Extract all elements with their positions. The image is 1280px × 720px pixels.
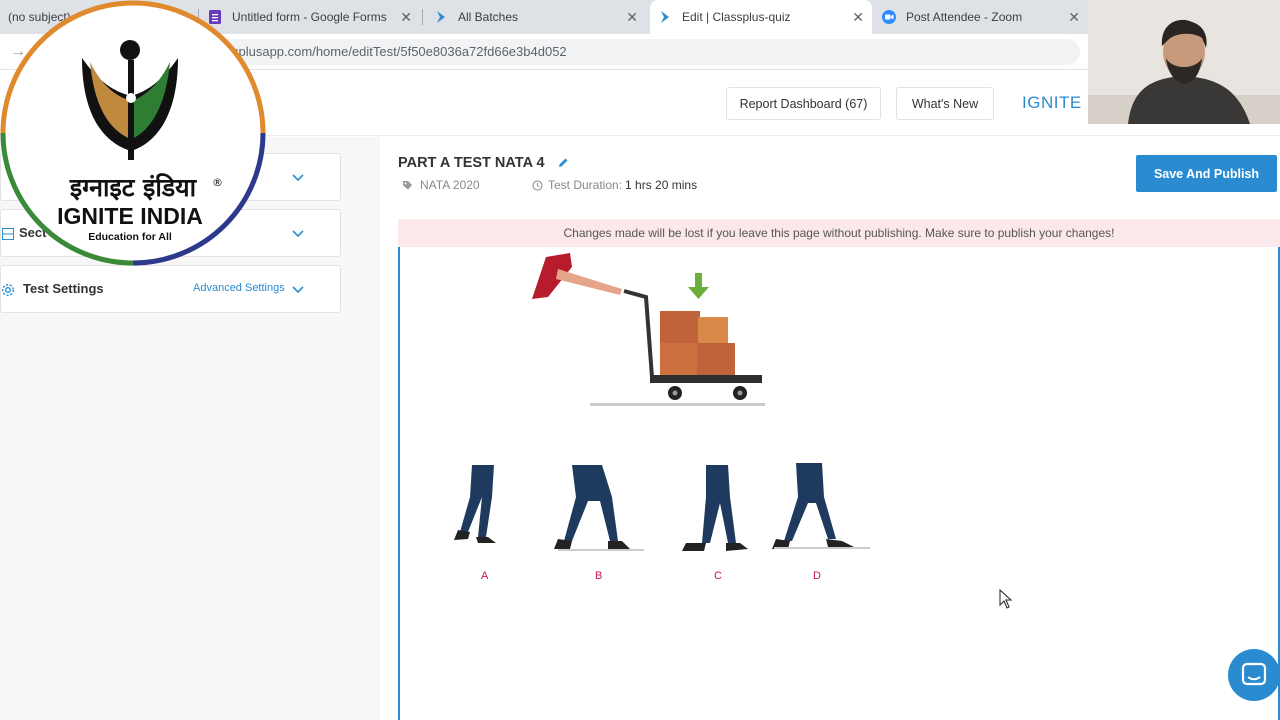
close-icon[interactable]: ✕ [626,9,638,26]
clock-icon [532,179,543,191]
advanced-settings-link[interactable]: Advanced Settings [193,282,285,294]
test-title: PART A TEST NATA 4 [398,155,545,171]
whats-new-button[interactable]: What's New [896,87,994,120]
chevron-down-icon[interactable] [292,286,304,294]
tab-title: Edit | Classplus-quiz [682,10,791,24]
chat-icon [1241,662,1267,686]
gear-icon [1,283,15,297]
chevron-down-icon[interactable] [292,174,304,182]
test-duration: Test Duration: 1 hrs 20 mins [532,178,697,192]
tab-title: All Batches [458,10,519,24]
question-area: A B C D [398,247,1280,720]
url-text[interactable]: splusapp.com/home/editTest/5f50e8036a72f… [232,44,567,59]
test-tag: NATA 2020 [402,178,480,192]
tab-separator [422,9,423,25]
mouse-cursor-icon [999,589,1013,609]
logo-tagline: Education for All [88,231,172,243]
test-tag-label: NATA 2020 [420,178,480,192]
close-icon[interactable]: ✕ [400,9,412,26]
tab-edit-classplus-quiz[interactable]: Edit | Classplus-quiz ✕ [650,0,872,34]
duration-label: Test Duration: [548,178,623,192]
option-label-a: A [481,570,489,582]
option-label-c: C [714,570,722,582]
option-label-d: D [813,570,821,582]
report-dashboard-button[interactable]: Report Dashboard (67) [726,87,881,120]
chevron-down-icon[interactable] [292,230,304,238]
zoom-icon [882,10,896,24]
leg-options-illustration [454,463,870,551]
classplus-icon [661,11,669,23]
tag-icon [403,180,412,189]
accordion-item-test-settings[interactable]: Test Settings Advanced Settings [0,265,341,313]
tab-title: Post Attendee - Zoom [906,10,1023,24]
main-content: PART A TEST NATA 4 NATA 2020 Test Durati… [380,137,1280,720]
option-label-b: B [595,570,603,582]
logo-english-text: IGNITE INDIA [57,203,203,229]
logo-hindi-text: इग्नाइट इंडिया [69,173,198,202]
ignite-india-emblem: इग्नाइट इंडिया ® IGNITE INDIA Education … [0,0,266,266]
save-and-publish-button[interactable]: Save And Publish [1136,155,1277,192]
ignite-india-logo: इग्नाइट इंडिया ® IGNITE INDIA Education … [0,0,266,266]
tab-all-batches[interactable]: All Batches ✕ [426,0,646,34]
pencil-icon[interactable] [558,157,569,168]
classplus-icon [437,11,445,23]
tab-zoom[interactable]: Post Attendee - Zoom ✕ [874,0,1088,34]
webcam-video [1088,0,1280,124]
cart-illustration [532,253,765,406]
brand-name: IGNITE [1022,93,1082,112]
logo-registered-mark: ® [212,176,223,189]
chat-support-button[interactable] [1228,649,1280,701]
close-icon[interactable]: ✕ [852,9,864,26]
accordion-label: Test Settings [23,281,104,296]
close-icon[interactable]: ✕ [1068,9,1080,26]
presenter-video-frame [1088,0,1280,124]
unsaved-changes-warning: Changes made will be lost if you leave t… [398,219,1280,247]
duration-value: 1 hrs 20 mins [625,178,698,192]
